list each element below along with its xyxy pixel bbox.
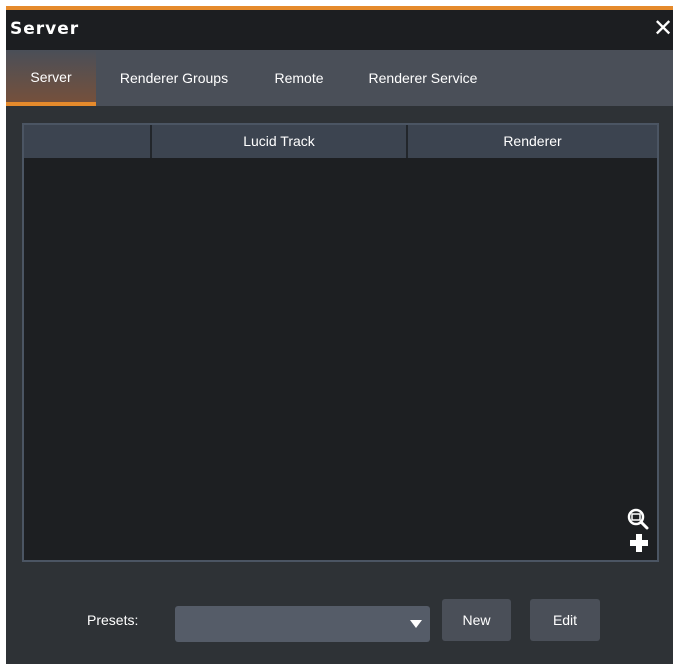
- column-header-lucid-track[interactable]: Lucid Track: [152, 125, 408, 158]
- server-table[interactable]: Lucid Track Renderer: [22, 123, 659, 562]
- chevron-down-icon: [410, 620, 422, 628]
- presets-dropdown[interactable]: [175, 606, 430, 642]
- table-header: Lucid Track Renderer: [24, 125, 657, 158]
- edit-button[interactable]: Edit: [530, 599, 600, 641]
- close-button[interactable]: ✕: [653, 16, 673, 40]
- server-window: Server ✕ Server Renderer Groups Remote R…: [6, 6, 673, 664]
- column-header-blank[interactable]: [24, 125, 152, 158]
- presets-label: Presets:: [87, 612, 139, 628]
- tab-bar: Server Renderer Groups Remote Renderer S…: [6, 50, 673, 106]
- new-button[interactable]: New: [442, 599, 511, 641]
- title-bar: Server ✕: [6, 10, 673, 50]
- app-root: Server ✕ Server Renderer Groups Remote R…: [0, 0, 673, 664]
- window-title: Server: [10, 19, 80, 39]
- add-icon[interactable]: [629, 533, 649, 553]
- tab-server[interactable]: Server: [6, 50, 96, 106]
- column-header-renderer[interactable]: Renderer: [408, 125, 657, 158]
- tab-renderer-service[interactable]: Renderer Service: [353, 50, 493, 106]
- tab-remote[interactable]: Remote: [259, 50, 339, 106]
- tab-renderer-groups[interactable]: Renderer Groups: [104, 50, 244, 106]
- zoom-icon[interactable]: [627, 508, 649, 530]
